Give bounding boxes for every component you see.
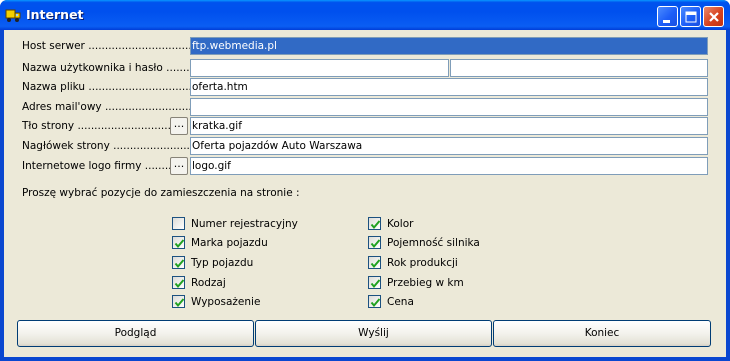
logo-input[interactable]: logo.gif [190, 157, 708, 175]
truck-icon [5, 9, 21, 22]
filename-label: Nazwa pliku ............................… [22, 81, 190, 93]
section-prompt: Proszę wybrać pozycje do zamieszczenia n… [22, 187, 300, 199]
close-button[interactable]: Koniec [493, 320, 711, 347]
header-label: Nagłówek strony ........................… [22, 140, 190, 152]
checkbox[interactable] [368, 236, 381, 249]
window-title: Internet [26, 7, 84, 22]
checkbox[interactable] [172, 295, 185, 308]
browse-background-button[interactable]: ... [170, 117, 188, 135]
checkbox[interactable] [172, 236, 185, 249]
maximize-icon [685, 11, 697, 23]
checkbox[interactable] [172, 217, 185, 230]
option-label: Rok produkcji [387, 257, 458, 269]
option-label: Cena [387, 296, 414, 308]
option-label: Przebieg w km [387, 277, 464, 289]
checkmark-icon [370, 259, 381, 269]
minimize-button[interactable] [657, 6, 678, 27]
checkmark-icon [370, 279, 381, 289]
background-label: Tło strony .............................… [22, 120, 170, 132]
preview-button[interactable]: Podgląd [17, 320, 254, 347]
internet-window: Internet Host serwer ...................… [0, 0, 730, 361]
logo-label: Internetowe logo firmy ............... [22, 160, 170, 172]
host-label: Host serwer ............................… [22, 40, 190, 52]
email-input[interactable] [190, 98, 708, 116]
checkbox[interactable] [368, 295, 381, 308]
username-input[interactable] [190, 59, 449, 77]
host-input[interactable]: ftp.webmedia.pl [190, 37, 708, 55]
background-input[interactable]: kratka.gif [190, 117, 708, 135]
maximize-button[interactable] [680, 6, 701, 27]
checkbox[interactable] [172, 256, 185, 269]
login-label: Nazwa użytkownika i hasło ..............… [22, 62, 190, 74]
header-input[interactable]: Oferta pojazdów Auto Warszawa [190, 137, 708, 155]
checkmark-icon [174, 239, 185, 249]
window-client-area: Host serwer ............................… [4, 30, 726, 357]
close-icon [709, 12, 719, 22]
checkmark-icon [370, 298, 381, 308]
option-label: Kolor [387, 218, 414, 230]
title-bar[interactable]: Internet [0, 0, 730, 30]
checkmark-icon [174, 279, 185, 289]
option-label: Typ pojazdu [191, 257, 254, 269]
checkmark-icon [370, 220, 381, 230]
send-button[interactable]: Wyślij [255, 320, 492, 347]
close-window-button[interactable] [703, 6, 724, 27]
checkbox[interactable] [368, 276, 381, 289]
option-label: Numer rejestracyjny [191, 218, 298, 230]
checkbox[interactable] [368, 256, 381, 269]
minimize-icon [663, 20, 670, 23]
checkmark-icon [174, 259, 185, 269]
password-input[interactable] [450, 59, 708, 77]
browse-logo-button[interactable]: ... [170, 157, 188, 175]
filename-input[interactable]: oferta.htm [190, 78, 708, 96]
checkmark-icon [174, 298, 185, 308]
checkmark-icon [370, 239, 381, 249]
checkbox[interactable] [172, 276, 185, 289]
option-label: Rodzaj [191, 277, 226, 289]
option-label: Wyposażenie [191, 296, 261, 308]
option-label: Marka pojazdu [191, 237, 268, 249]
checkbox[interactable] [368, 217, 381, 230]
email-label: Adres mail'owy .........................… [22, 101, 190, 113]
option-label: Pojemność silnika [387, 237, 480, 249]
